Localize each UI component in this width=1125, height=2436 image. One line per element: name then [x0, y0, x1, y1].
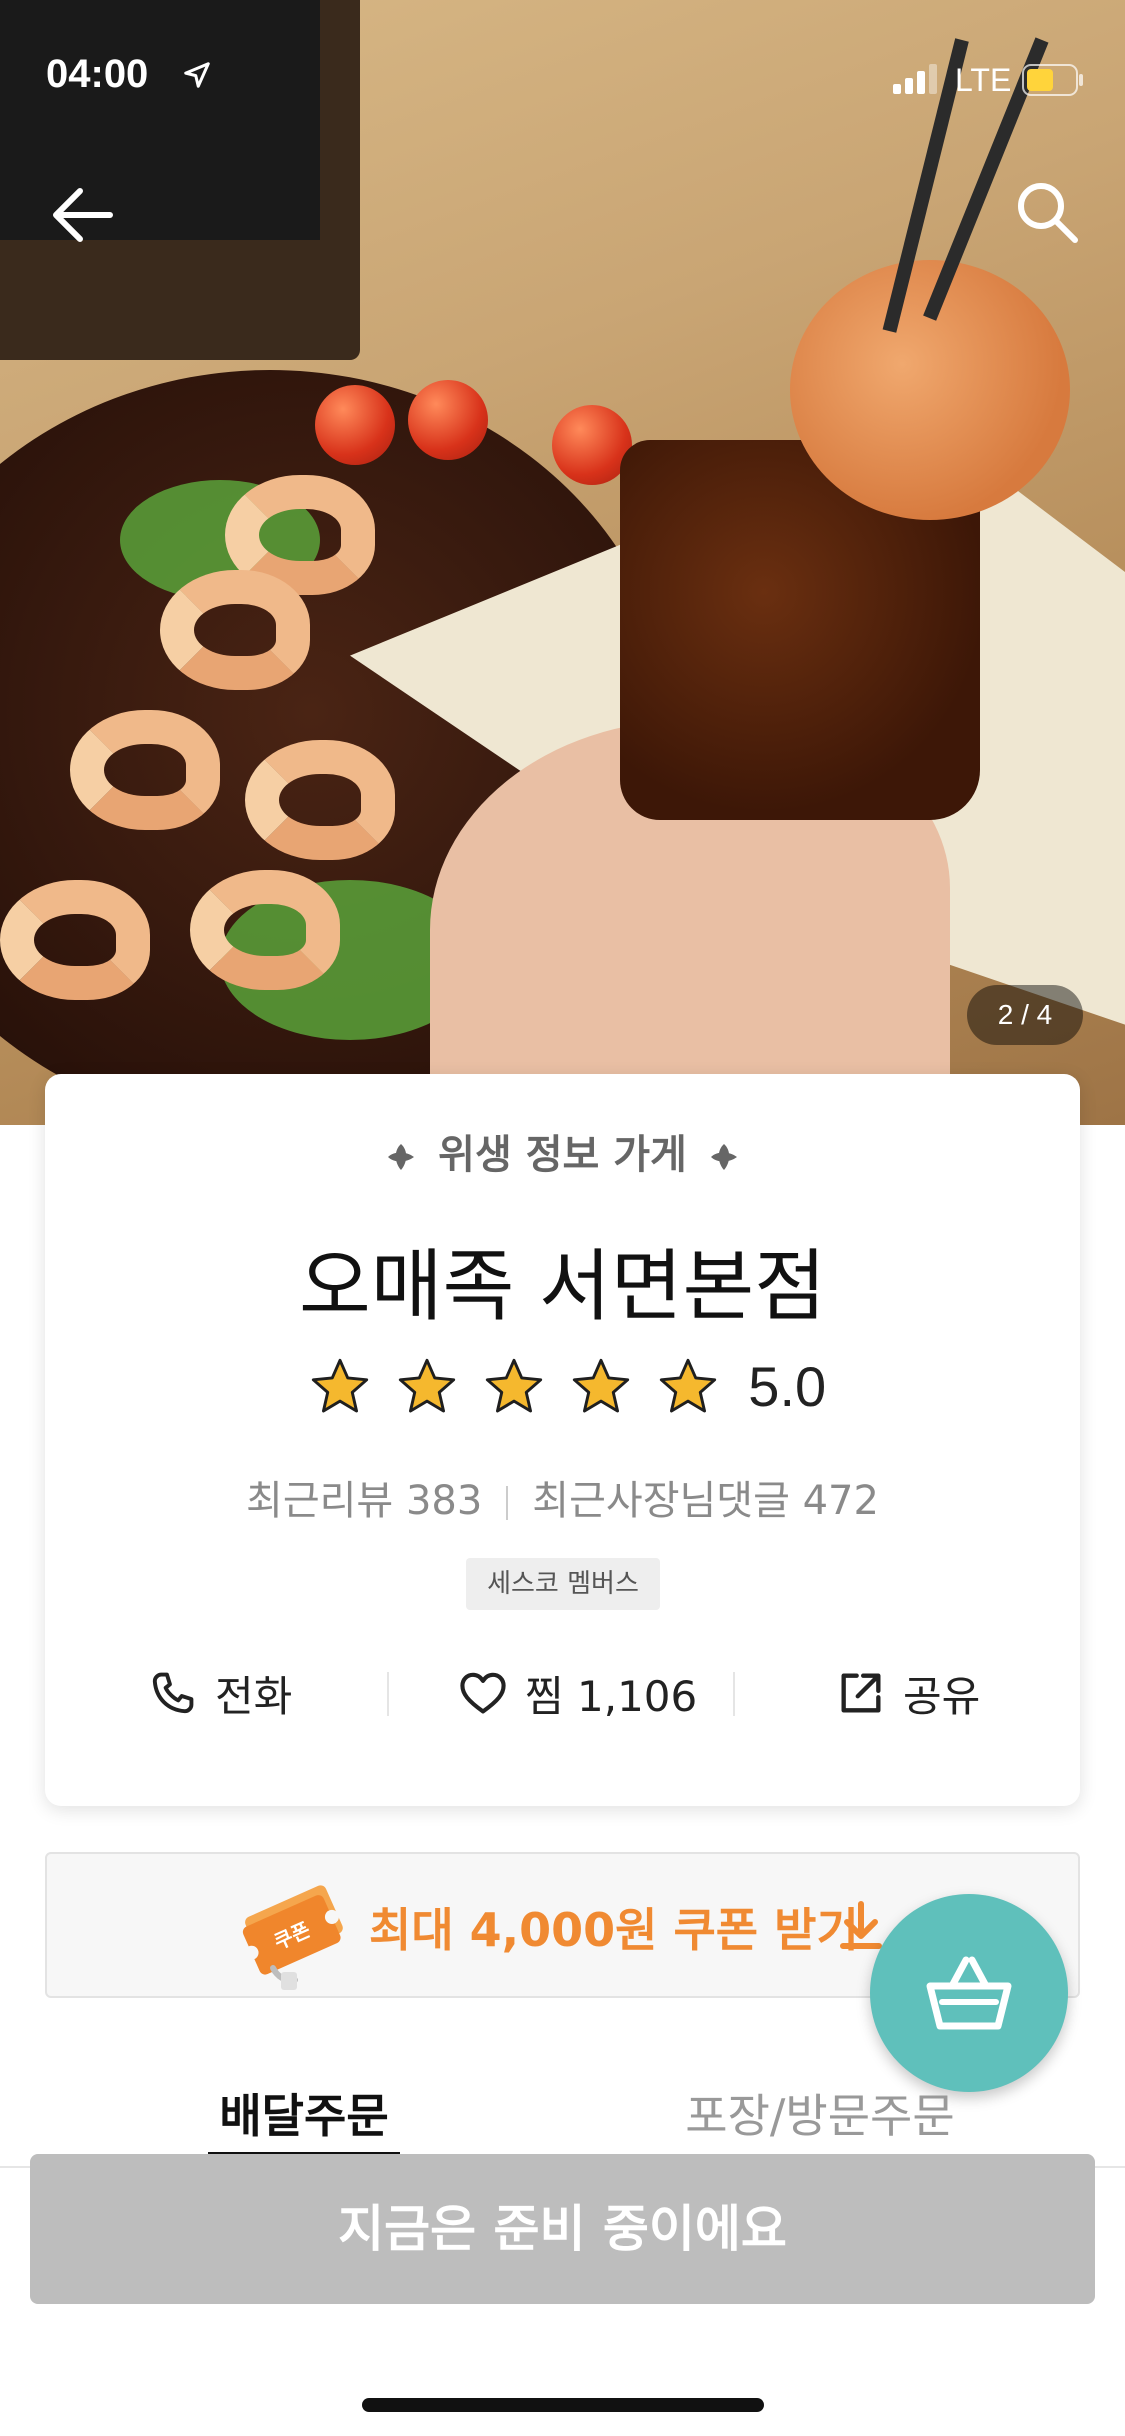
recent-reviews-count: 최근리뷰 383: [246, 1478, 483, 1524]
store-name: 오매족 서면본점: [298, 1242, 827, 1332]
download-arrow-icon: [840, 1901, 882, 1949]
rating-value: 5.0: [748, 1355, 827, 1418]
star-icon: [660, 1358, 717, 1412]
leaf-icon: [710, 1144, 737, 1170]
share-button[interactable]: 공유: [835, 1658, 980, 1728]
share-label: 공유: [903, 1671, 981, 1721]
photo-tomato: [408, 380, 488, 460]
coupon-ticket-icon: 쿠폰: [242, 1885, 343, 1990]
divider: [506, 1486, 509, 1520]
store-hero-photo[interactable]: [0, 0, 1125, 1125]
cart-button[interactable]: [870, 1894, 1068, 2092]
photo-shrimp: [160, 570, 310, 690]
tab-delivery[interactable]: 배달주문: [208, 2080, 400, 2146]
coupon-label: 최대 4,000원 쿠폰 받기: [369, 1903, 859, 1957]
cesco-member-badge: 세스코 멤버스: [466, 1558, 660, 1610]
divider: [733, 1672, 735, 1716]
status-time: 04:00: [46, 52, 149, 96]
phone-icon: [152, 1672, 194, 1714]
review-counts[interactable]: 최근리뷰 383 최근사장님댓글 472: [45, 1468, 1080, 1526]
photo-shrimp: [245, 740, 395, 860]
location-arrow-icon: [184, 62, 210, 88]
tab-pickup[interactable]: 포장/방문주문: [660, 2080, 980, 2146]
hygiene-label-text: 위생 정보 가게: [438, 1132, 687, 1178]
network-type: LTE: [955, 62, 1012, 98]
order-type-tabs: 배달주문 포장/방문주문: [0, 2066, 1125, 2168]
favorite-count-label: 찜 1,106: [525, 1671, 698, 1721]
call-button[interactable]: 전화: [147, 1658, 292, 1728]
star-icon: [485, 1358, 543, 1412]
status-bar: 04:00 LTE: [0, 0, 1125, 150]
store-rating[interactable]: 5.0: [45, 1354, 1080, 1419]
photo-shrimp: [0, 880, 150, 1000]
shopping-basket-icon: [926, 1956, 1012, 2030]
order-button[interactable]: 지금은 준비 중이에요: [30, 2154, 1095, 2304]
hygiene-info-label[interactable]: 위생 정보 가게: [45, 1122, 1080, 1180]
owner-replies-count: 최근사장님댓글 472: [532, 1478, 879, 1524]
store-info-card: 위생 정보 가게 오매족 서면본점 5.0 최근리뷰 383 최근사장님댓글 47…: [45, 1074, 1080, 1806]
star-icon: [572, 1358, 630, 1412]
photo-shrimp: [70, 710, 220, 830]
star-icon: [398, 1358, 456, 1412]
call-label: 전화: [215, 1671, 293, 1721]
photo-page-indicator: 2 / 4: [967, 985, 1083, 1045]
back-arrow-icon[interactable]: [50, 185, 114, 245]
favorite-button[interactable]: 찜 1,106: [457, 1658, 697, 1728]
search-icon[interactable]: [1015, 180, 1079, 244]
store-actions: 전화 찜 1,106 공유: [45, 1658, 1080, 1728]
photo-tomato: [315, 385, 395, 465]
heart-icon: [460, 1672, 506, 1714]
battery-icon: [1022, 64, 1083, 96]
divider: [387, 1672, 389, 1716]
leaf-icon: [388, 1144, 415, 1170]
share-icon: [841, 1673, 881, 1713]
home-indicator[interactable]: [362, 2398, 764, 2412]
signal-icon: [893, 64, 937, 94]
photo-shrimp: [190, 870, 340, 990]
star-icon: [311, 1358, 368, 1412]
